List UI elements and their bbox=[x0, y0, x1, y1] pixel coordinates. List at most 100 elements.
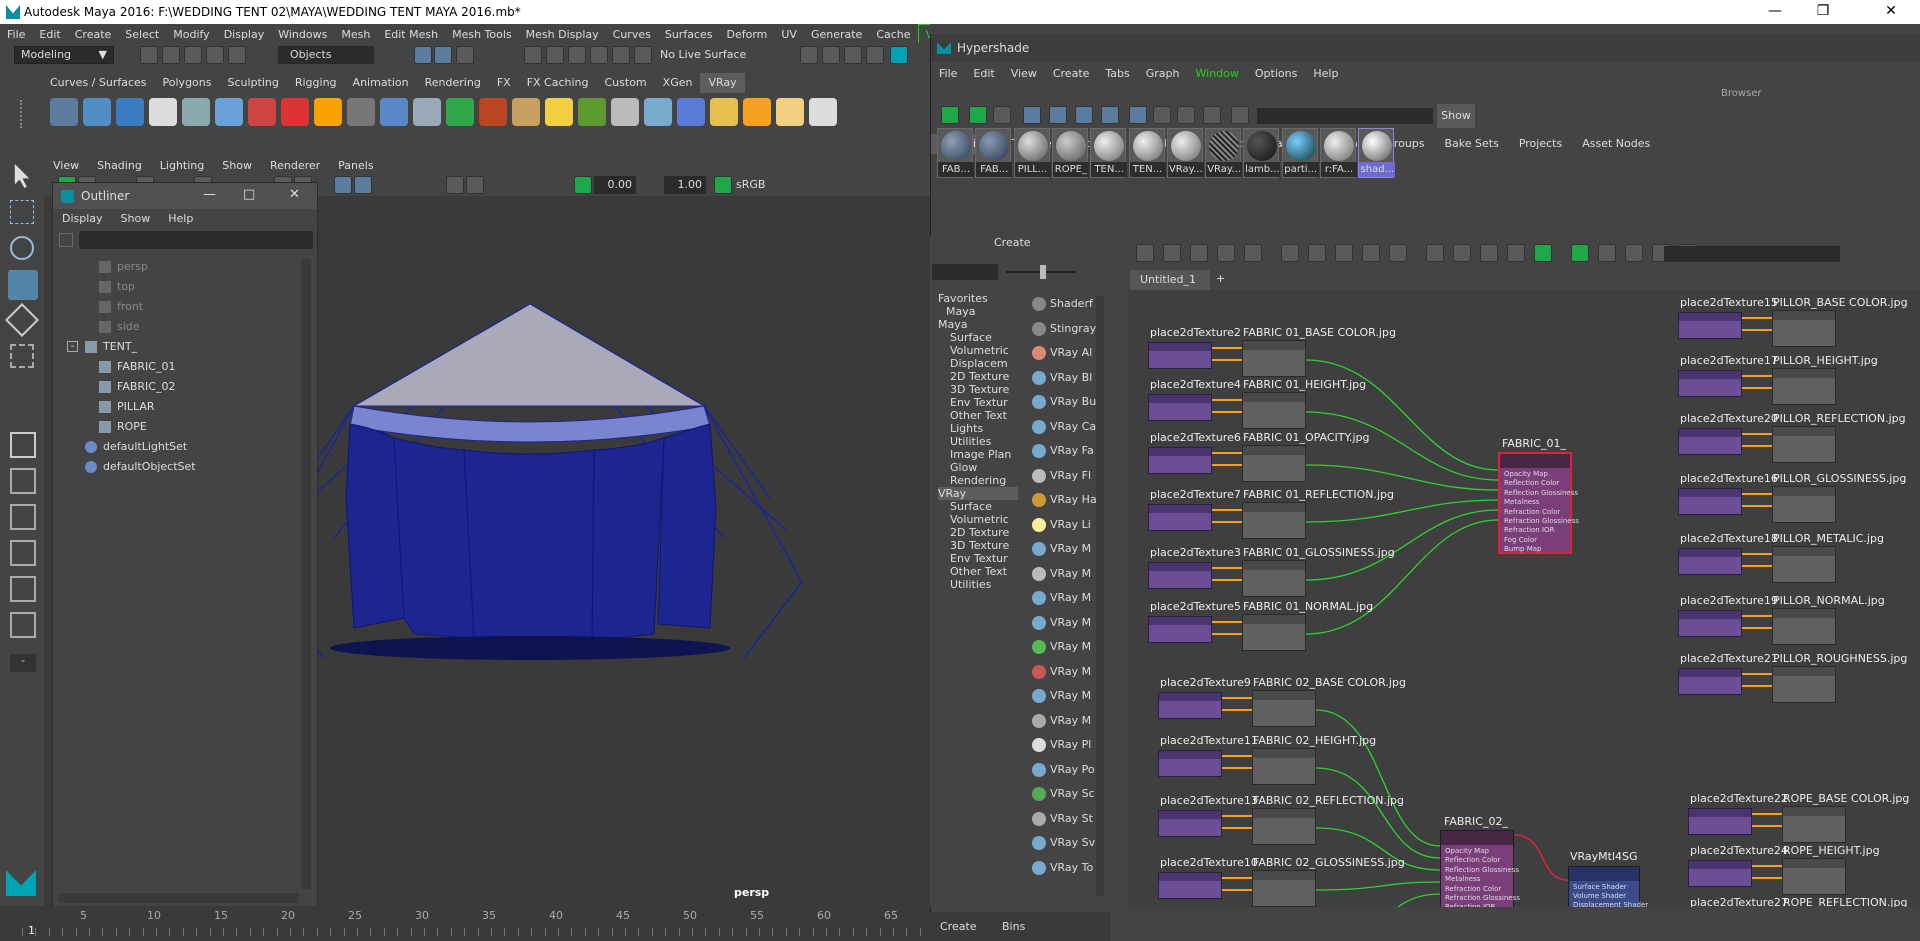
place2d-node[interactable] bbox=[1688, 808, 1752, 835]
graph-tool-11-icon[interactable] bbox=[1426, 244, 1444, 262]
create-list-item[interactable]: VRay M bbox=[1030, 564, 1098, 584]
hs-menu-view[interactable]: View bbox=[1003, 64, 1045, 84]
open-scene-icon[interactable] bbox=[162, 46, 180, 64]
outliner-item-front[interactable]: front bbox=[59, 297, 299, 317]
create-list-item[interactable]: VRay Bl bbox=[1030, 368, 1098, 388]
file-texture-node[interactable] bbox=[1772, 310, 1836, 347]
outliner-item-pillar[interactable]: PILLAR bbox=[59, 397, 299, 417]
swatch-small-icon[interactable] bbox=[1023, 106, 1041, 124]
create-tree-item[interactable]: Surface bbox=[950, 500, 992, 513]
viewport-menu-view[interactable]: View bbox=[44, 158, 88, 174]
create-list-item[interactable]: VRay M bbox=[1030, 686, 1098, 706]
create-tree-item[interactable]: Env Textur bbox=[950, 396, 1008, 409]
history-icon[interactable] bbox=[634, 46, 652, 64]
outliner-scrollbar[interactable] bbox=[301, 259, 311, 889]
outliner-item-defaultlightset[interactable]: defaultLightSet bbox=[59, 437, 299, 457]
graph-tool-12-icon[interactable] bbox=[1453, 244, 1471, 262]
place2d-node[interactable] bbox=[1678, 548, 1742, 575]
shelf-tab-vray[interactable]: VRay bbox=[700, 73, 745, 93]
create-tree-item[interactable]: Glow bbox=[950, 461, 977, 474]
vray-material-node[interactable]: Opacity Map Reflection Color Reflection Gl… bbox=[1440, 830, 1520, 907]
browser-list-icon[interactable] bbox=[993, 106, 1011, 124]
exposure-icon[interactable] bbox=[574, 176, 592, 194]
undo-icon[interactable] bbox=[206, 46, 224, 64]
paint-select-icon[interactable] bbox=[10, 236, 34, 260]
add-tab-icon[interactable]: + bbox=[1216, 272, 1225, 285]
select-by-object-icon[interactable] bbox=[434, 46, 452, 64]
textured-icon[interactable] bbox=[334, 176, 352, 194]
create-tree-item[interactable]: Volumetric bbox=[950, 513, 1009, 526]
shading-group-node[interactable]: Surface Shader Volume Shader Displacement … bbox=[1568, 866, 1648, 907]
vray-material-node[interactable]: Opacity Map Reflection Color Reflection Gl… bbox=[1498, 452, 1579, 554]
outliner-close-icon[interactable]: ✕ bbox=[289, 187, 300, 202]
menu-display[interactable]: Display bbox=[217, 25, 272, 43]
graph-tool-14-icon[interactable] bbox=[1507, 244, 1525, 262]
graph-tool-7-icon[interactable] bbox=[1308, 244, 1326, 262]
material-swatch[interactable]: TEN... bbox=[1128, 128, 1166, 178]
hs-menu-edit[interactable]: Edit bbox=[965, 64, 1002, 84]
menu-deform[interactable]: Deform bbox=[719, 25, 774, 43]
graph-tool-2-icon[interactable] bbox=[1163, 244, 1181, 262]
refresh-icon[interactable] bbox=[1203, 106, 1221, 124]
file-texture-node[interactable] bbox=[1772, 426, 1836, 463]
render-settings-icon[interactable] bbox=[866, 46, 884, 64]
create-tree-item[interactable]: Surface bbox=[950, 331, 992, 344]
material-swatch[interactable]: FAB... bbox=[975, 128, 1013, 178]
collapse-icon[interactable]: - bbox=[67, 341, 78, 352]
outliner-filter-icon[interactable] bbox=[59, 233, 73, 247]
create-list-item[interactable]: VRay M bbox=[1030, 662, 1098, 682]
file-texture-node[interactable] bbox=[1252, 808, 1316, 845]
vray-shelf-tool-14-icon[interactable] bbox=[479, 98, 507, 126]
material-swatch[interactable]: ROPE_ bbox=[1051, 128, 1089, 178]
snap-surface-icon[interactable] bbox=[612, 46, 630, 64]
hs-menu-tabs[interactable]: Tabs bbox=[1097, 64, 1137, 84]
file-texture-node[interactable] bbox=[1772, 486, 1836, 523]
place2d-node[interactable] bbox=[1158, 872, 1222, 899]
outliner-item-fabric-01[interactable]: FABRIC_01 bbox=[59, 357, 299, 377]
material-swatch[interactable]: VRay... bbox=[1205, 128, 1243, 178]
graph-tool-8-icon[interactable] bbox=[1335, 244, 1353, 262]
browser-graph-icon[interactable] bbox=[941, 106, 959, 124]
material-swatch[interactable]: PILL... bbox=[1013, 128, 1051, 178]
graph-tool-4-icon[interactable] bbox=[1217, 244, 1235, 262]
create-list-item[interactable]: VRay Al bbox=[1030, 343, 1098, 363]
create-tree-item[interactable]: Rendering bbox=[950, 474, 1006, 487]
browser-tab-projects[interactable]: Projects bbox=[1509, 134, 1572, 154]
render-frame-icon[interactable] bbox=[822, 46, 840, 64]
close-icon[interactable]: ✕ bbox=[1868, 0, 1914, 24]
create-list-item[interactable]: VRay Li bbox=[1030, 515, 1098, 535]
menu-generate[interactable]: Generate bbox=[804, 25, 869, 43]
hs-menu-help[interactable]: Help bbox=[1305, 64, 1346, 84]
file-texture-node[interactable] bbox=[1772, 368, 1836, 405]
vray-shelf-tool-2-icon[interactable] bbox=[83, 98, 111, 126]
show-button[interactable]: Show bbox=[1437, 104, 1475, 128]
menu-modify[interactable]: Modify bbox=[166, 25, 216, 43]
material-swatch[interactable]: VRay... bbox=[1166, 128, 1204, 178]
layout-four-icon[interactable] bbox=[10, 468, 36, 494]
sort-name-icon[interactable] bbox=[1129, 106, 1147, 124]
create-list-item[interactable]: VRay Pl bbox=[1030, 735, 1098, 755]
layout-more-icon[interactable]: - bbox=[10, 654, 36, 672]
hs-menu-graph[interactable]: Graph bbox=[1138, 64, 1188, 84]
graph-tool-1-icon[interactable] bbox=[1136, 244, 1154, 262]
create-list-item[interactable]: VRay St bbox=[1030, 809, 1098, 829]
menu-mesh[interactable]: Mesh bbox=[334, 25, 377, 43]
tab-bins[interactable]: Bins bbox=[1002, 920, 1025, 933]
menu-file[interactable]: File bbox=[0, 25, 32, 43]
color-management-icon[interactable] bbox=[714, 176, 732, 194]
selection-mode-dropdown[interactable]: Objects bbox=[278, 46, 374, 64]
file-texture-node[interactable] bbox=[1242, 392, 1306, 429]
vray-shelf-tool-11-icon[interactable] bbox=[380, 98, 408, 126]
vray-shelf-tool-22-icon[interactable] bbox=[743, 98, 771, 126]
create-tree-item[interactable]: 3D Texture bbox=[950, 383, 1009, 396]
create-list-item[interactable]: VRay Bu bbox=[1030, 392, 1098, 412]
create-tree-item[interactable]: 2D Texture bbox=[950, 370, 1009, 383]
vray-shelf-tool-4-icon[interactable] bbox=[149, 98, 177, 126]
move-tool-icon[interactable] bbox=[8, 270, 38, 300]
layout-two-icon[interactable] bbox=[10, 504, 36, 530]
browser-tab-bake-sets[interactable]: Bake Sets bbox=[1435, 134, 1509, 154]
create-tree-item[interactable]: Other Text bbox=[950, 409, 1007, 422]
live-surface-field[interactable]: No Live Surface bbox=[656, 46, 754, 64]
save-scene-icon[interactable] bbox=[184, 46, 202, 64]
select-tool-icon[interactable] bbox=[14, 164, 30, 188]
